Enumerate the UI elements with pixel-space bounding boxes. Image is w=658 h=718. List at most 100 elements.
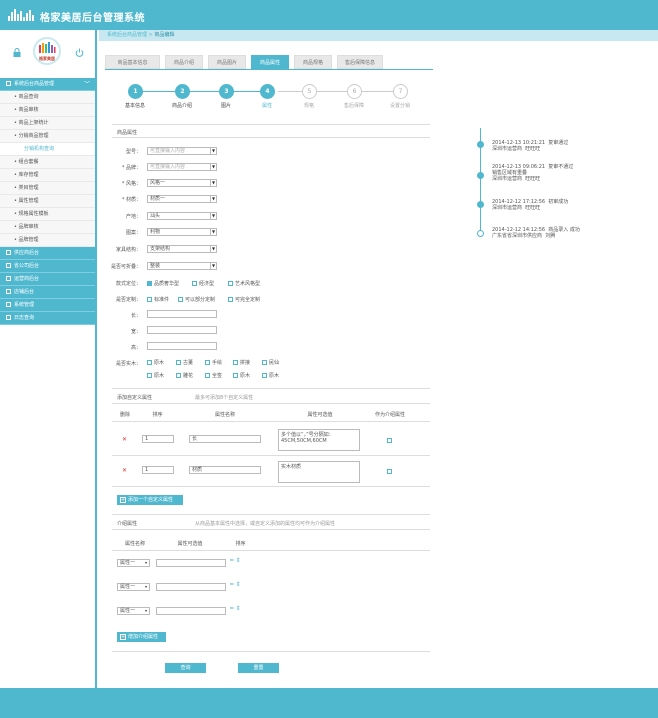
order-input[interactable]: 1 (142, 435, 174, 443)
checkbox (147, 373, 152, 378)
sidebar-item-goods-query[interactable]: • 商品查询 (0, 91, 95, 104)
query-button[interactable]: 查询 (165, 663, 206, 673)
tab-attributes[interactable]: 商品属性 (251, 55, 289, 69)
sidebar-group-operator[interactable]: 运营商后台 (0, 273, 95, 286)
tab-intro[interactable]: 商品介绍 (165, 55, 203, 69)
custom-option-full[interactable]: 可完全定制 (228, 296, 260, 303)
wood-option[interactable]: 拼接 (233, 359, 250, 366)
sidebar-group-supplier[interactable]: 供应商后台 (0, 247, 95, 260)
order-input[interactable]: 1 (142, 466, 174, 474)
sidebar-item-inventory[interactable]: • 库存管理 (0, 169, 95, 182)
style-select[interactable]: 风格一 ▼ (147, 179, 217, 187)
sidebar-item-listing-stats[interactable]: • 商品上架统计 (0, 117, 95, 130)
user-panel: 格家美居 (0, 30, 97, 78)
sidebar-group-log[interactable]: 日志查询 (0, 312, 95, 325)
intro-values-input[interactable] (156, 583, 226, 591)
chevron-down-icon: ▾ (144, 608, 147, 613)
checkbox (233, 360, 238, 365)
delete-icon[interactable]: ✕ (122, 436, 127, 443)
structure-select[interactable]: 支架结构 ▼ (147, 245, 217, 253)
custom-option-partial[interactable]: 可以部分定制 (178, 296, 215, 303)
height-input[interactable] (147, 342, 217, 350)
width-input[interactable] (147, 326, 217, 334)
wood-option[interactable]: 民仙 (262, 359, 279, 366)
material-select[interactable]: 材质一 ▼ (147, 195, 217, 203)
section-hint-custom: 最多可添加8个自定义属性 (195, 395, 254, 401)
add-custom-attr-button[interactable]: + 添加一个自定义属性 (117, 495, 183, 505)
reset-button[interactable]: 重置 (238, 663, 279, 673)
sidebar-item-category[interactable]: • 类目管理 (0, 182, 95, 195)
foldable-select[interactable]: 整装 ▼ (147, 262, 217, 270)
attr-name-input[interactable]: 长 (189, 435, 261, 443)
wood-option[interactable]: 原木 (147, 359, 164, 366)
step-label-5: 规格 (303, 103, 314, 109)
sidebar-item-distribution[interactable]: • 分销商品管理 (0, 130, 95, 143)
sidebar-group-label: 日志查询 (14, 315, 35, 321)
checkbox (233, 373, 238, 378)
attr-name-input[interactable]: 材质 (189, 466, 261, 474)
timeline-dot-current (477, 230, 484, 237)
sidebar-item-spec-template[interactable]: • 规格属性模板 (0, 208, 95, 221)
supplier-icon (6, 250, 11, 255)
sidebar-item-combo[interactable]: • 组合套餐 (0, 156, 95, 169)
orient-option-luxury[interactable]: 品质奢华型 (147, 280, 179, 287)
intro-values-input[interactable] (156, 607, 226, 615)
wood-option[interactable]: 原木 (262, 372, 279, 379)
length-input[interactable] (147, 310, 217, 318)
tab-spec[interactable]: 商品规格 (294, 55, 332, 69)
attr-values-textarea[interactable]: 多个值以“，”号分隔如：45CM,50CM,60CM (278, 429, 360, 451)
order-stepper-icon[interactable]: ━ ⇕ (230, 605, 241, 612)
attr-values-textarea[interactable]: 实木材质 (278, 461, 360, 483)
timeline-user: 旺旺旺 (525, 205, 541, 211)
brand-select[interactable]: 可直接输入内容 ▼ (147, 163, 217, 171)
tab-images[interactable]: 商品图片 (208, 55, 246, 69)
sidebar-group-system[interactable]: 系统管理 (0, 299, 95, 312)
origin-label: 产地： (125, 214, 141, 220)
timeline-action: 复审通过 (548, 140, 569, 146)
wood-option[interactable]: 雕花 (176, 372, 193, 379)
sidebar-group-goods[interactable]: 系统后台商品管理 ﹀ (0, 78, 95, 91)
intro-attr-select[interactable]: 属性一 ▾ (117, 559, 150, 567)
sidebar-group-label: 店铺后台 (14, 289, 35, 295)
wood-option[interactable]: 手绘 (205, 359, 222, 366)
as-intro-checkbox[interactable] (387, 438, 392, 443)
wood-option[interactable]: 全签 (205, 372, 222, 379)
option-label: 可以部分定制 (185, 297, 216, 303)
lock-icon[interactable] (13, 48, 21, 57)
intro-values-input[interactable] (156, 559, 226, 567)
model-select[interactable]: 可直接输入内容 ▼ (147, 147, 217, 155)
intro-attr-select[interactable]: 属性一 ▾ (117, 583, 150, 591)
sidebar-item-brand-review[interactable]: • 品牌审核 (0, 221, 95, 234)
sidebar-item-attribute[interactable]: • 属性管理 (0, 195, 95, 208)
step-label-4: 属性 (261, 103, 272, 109)
tab-after-sale[interactable]: 售后保障信息 (337, 55, 383, 69)
sidebar-group-store[interactable]: 店铺后台 (0, 286, 95, 299)
divider (112, 403, 430, 404)
add-intro-attr-button[interactable]: + 增加介绍属性 (117, 632, 166, 642)
sidebar-item-goods-review[interactable]: • 商品审核 (0, 104, 95, 117)
wood-option[interactable]: 原木 (233, 372, 250, 379)
orient-option-economy[interactable]: 经济型 (192, 280, 214, 287)
wood-option[interactable]: 古董 (176, 359, 193, 366)
custom-option-standard[interactable]: 标准件 (147, 296, 169, 303)
chevron-down-icon: ▼ (210, 229, 216, 235)
sidebar-item-brand-manage[interactable]: • 品牌管理 (0, 234, 95, 247)
col-header-intro-order: 排序 (235, 541, 246, 547)
origin-select[interactable]: 汕头 ▼ (147, 212, 217, 220)
divider (112, 455, 430, 456)
power-icon[interactable] (75, 48, 84, 57)
sidebar-group-province[interactable]: 省公司后台 (0, 260, 95, 273)
order-stepper-icon[interactable]: ━ ⇕ (230, 557, 241, 564)
as-intro-checkbox[interactable] (387, 469, 392, 474)
sidebar-item-distributor-query[interactable]: 分销机构查询 (0, 143, 95, 156)
breadcrumb-root[interactable]: 系统后台商品管理 (107, 32, 147, 38)
option-label: 可完全定制 (235, 297, 261, 303)
delete-icon[interactable]: ✕ (122, 467, 127, 474)
orient-option-art[interactable]: 艺术风格型 (228, 280, 260, 287)
timeline-action: 复审不通过 (548, 164, 574, 170)
wood-option[interactable]: 原木 (147, 372, 164, 379)
pattern-select[interactable]: 利物 ▼ (147, 228, 217, 236)
tab-basic-info[interactable]: 商品基本信息 (105, 55, 160, 69)
order-stepper-icon[interactable]: ━ ⇕ (230, 581, 241, 588)
intro-attr-select[interactable]: 属性一 ▾ (117, 607, 150, 615)
